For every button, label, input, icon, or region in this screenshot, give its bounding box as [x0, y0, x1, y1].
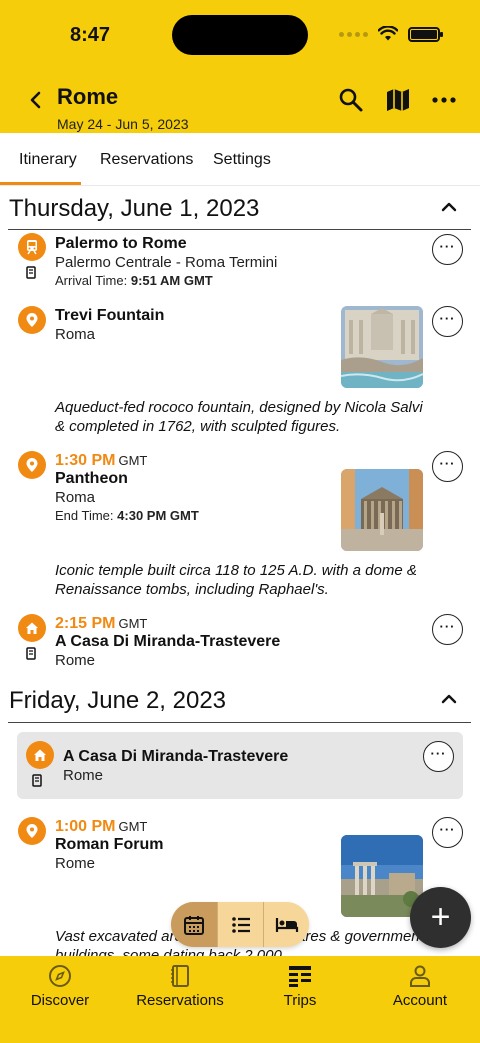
reservation-doc-icon	[26, 647, 36, 660]
day-divider	[8, 722, 471, 723]
add-button[interactable]: +	[410, 887, 471, 948]
day-divider	[8, 229, 471, 230]
item-title: Pantheon	[55, 470, 128, 487]
item-more-button[interactable]: ···	[432, 614, 463, 645]
nav-label: Reservations	[136, 992, 224, 1009]
page-title: Rome	[57, 84, 119, 109]
list-view-button[interactable]	[217, 902, 263, 947]
wifi-icon	[378, 26, 398, 41]
item-time: 1:30 PM GMT	[55, 452, 148, 469]
item-description: Iconic temple built circa 118 to 125 A.D…	[55, 562, 417, 598]
notebook-icon	[171, 965, 189, 987]
item-title: Palermo to Rome	[55, 235, 187, 252]
lodging-card[interactable]: A Casa Di Miranda-Trastevere Rome ···	[17, 732, 463, 799]
home-icon	[18, 614, 46, 642]
location-pin-icon	[18, 306, 46, 334]
active-tab-indicator	[0, 182, 81, 185]
item-subtitle: Rome	[55, 652, 96, 669]
item-meta: End Time: 4:30 PM GMT	[55, 508, 199, 523]
item-more-button[interactable]: ···	[432, 234, 463, 265]
item-title: A Casa Di Miranda-Trastevere	[55, 633, 281, 650]
item-more-button[interactable]: ···	[432, 817, 463, 848]
nav-label: Discover	[30, 992, 90, 1009]
collapse-chevron-icon[interactable]	[441, 201, 457, 213]
status-icons	[339, 26, 443, 42]
cellular-signal-icon	[339, 31, 368, 37]
roman-forum-photo[interactable]	[341, 835, 423, 917]
tab-itinerary[interactable]: Itinerary	[19, 151, 77, 169]
tab-bar: Itinerary Reservations Settings	[0, 133, 480, 186]
dynamic-island	[172, 15, 308, 55]
map-icon[interactable]	[384, 86, 412, 114]
item-title: Roman Forum	[55, 836, 164, 853]
view-toggle	[171, 902, 309, 947]
item-description: Aqueduct-fed rococo fountain, designed b…	[55, 399, 423, 435]
train-icon	[18, 233, 46, 261]
compass-icon	[49, 965, 71, 987]
item-subtitle: Palermo Centrale - Roma Termini	[55, 254, 278, 271]
plus-icon: +	[430, 898, 451, 936]
item-meta: Arrival Time: 9:51 AM GMT	[55, 273, 213, 288]
reservation-doc-icon	[26, 266, 36, 279]
reservation-doc-icon	[32, 774, 42, 787]
item-more-button[interactable]: ···	[423, 741, 454, 772]
person-icon	[410, 965, 430, 987]
item-title: A Casa Di Miranda-Trastevere	[63, 748, 289, 765]
item-more-button[interactable]: ···	[432, 451, 463, 482]
item-subtitle: Roma	[55, 489, 96, 506]
trips-icon	[289, 966, 311, 987]
nav-discover[interactable]: Discover	[0, 956, 120, 1016]
item-subtitle: Rome	[63, 767, 104, 784]
day-header: Friday, June 2, 2023	[9, 687, 227, 714]
location-pin-icon	[18, 817, 46, 845]
pantheon-photo[interactable]	[341, 469, 423, 551]
nav-label: Trips	[283, 992, 317, 1009]
calendar-view-button[interactable]	[171, 902, 217, 947]
trevi-fountain-photo[interactable]	[341, 306, 423, 388]
lodging-view-button[interactable]	[263, 902, 309, 947]
bed-icon	[275, 917, 298, 932]
tab-reservations[interactable]: Reservations	[100, 151, 193, 169]
item-time: 1:00 PM GMT	[55, 818, 148, 835]
battery-icon	[408, 26, 443, 42]
status-time: 8:47	[70, 24, 111, 46]
more-options-icon[interactable]	[430, 86, 458, 114]
nav-trips[interactable]: Trips	[240, 956, 360, 1016]
item-title: Trevi Fountain	[55, 307, 165, 324]
trip-dates: May 24 - Jun 5, 2023	[57, 116, 189, 132]
day-header: Thursday, June 1, 2023	[9, 195, 260, 222]
list-icon	[231, 916, 250, 933]
item-time: 2:15 PM GMT	[55, 615, 148, 632]
calendar-icon	[184, 915, 204, 935]
home-icon	[26, 741, 54, 769]
location-pin-icon	[18, 451, 46, 479]
item-subtitle: Roma	[55, 326, 96, 343]
back-chevron-icon[interactable]	[24, 88, 46, 112]
nav-reservations[interactable]: Reservations	[120, 956, 240, 1016]
bottom-nav: Discover Reservations Trips Account	[0, 956, 480, 1043]
tab-settings[interactable]: Settings	[213, 151, 271, 169]
nav-label: Account	[392, 992, 448, 1009]
search-icon[interactable]	[337, 86, 365, 114]
nav-account[interactable]: Account	[360, 956, 480, 1016]
item-subtitle: Rome	[55, 855, 96, 872]
app-header: 8:47 Rome May 24 - Jun 5, 2023	[0, 0, 480, 133]
item-more-button[interactable]: ···	[432, 306, 463, 337]
collapse-chevron-icon[interactable]	[441, 693, 457, 705]
